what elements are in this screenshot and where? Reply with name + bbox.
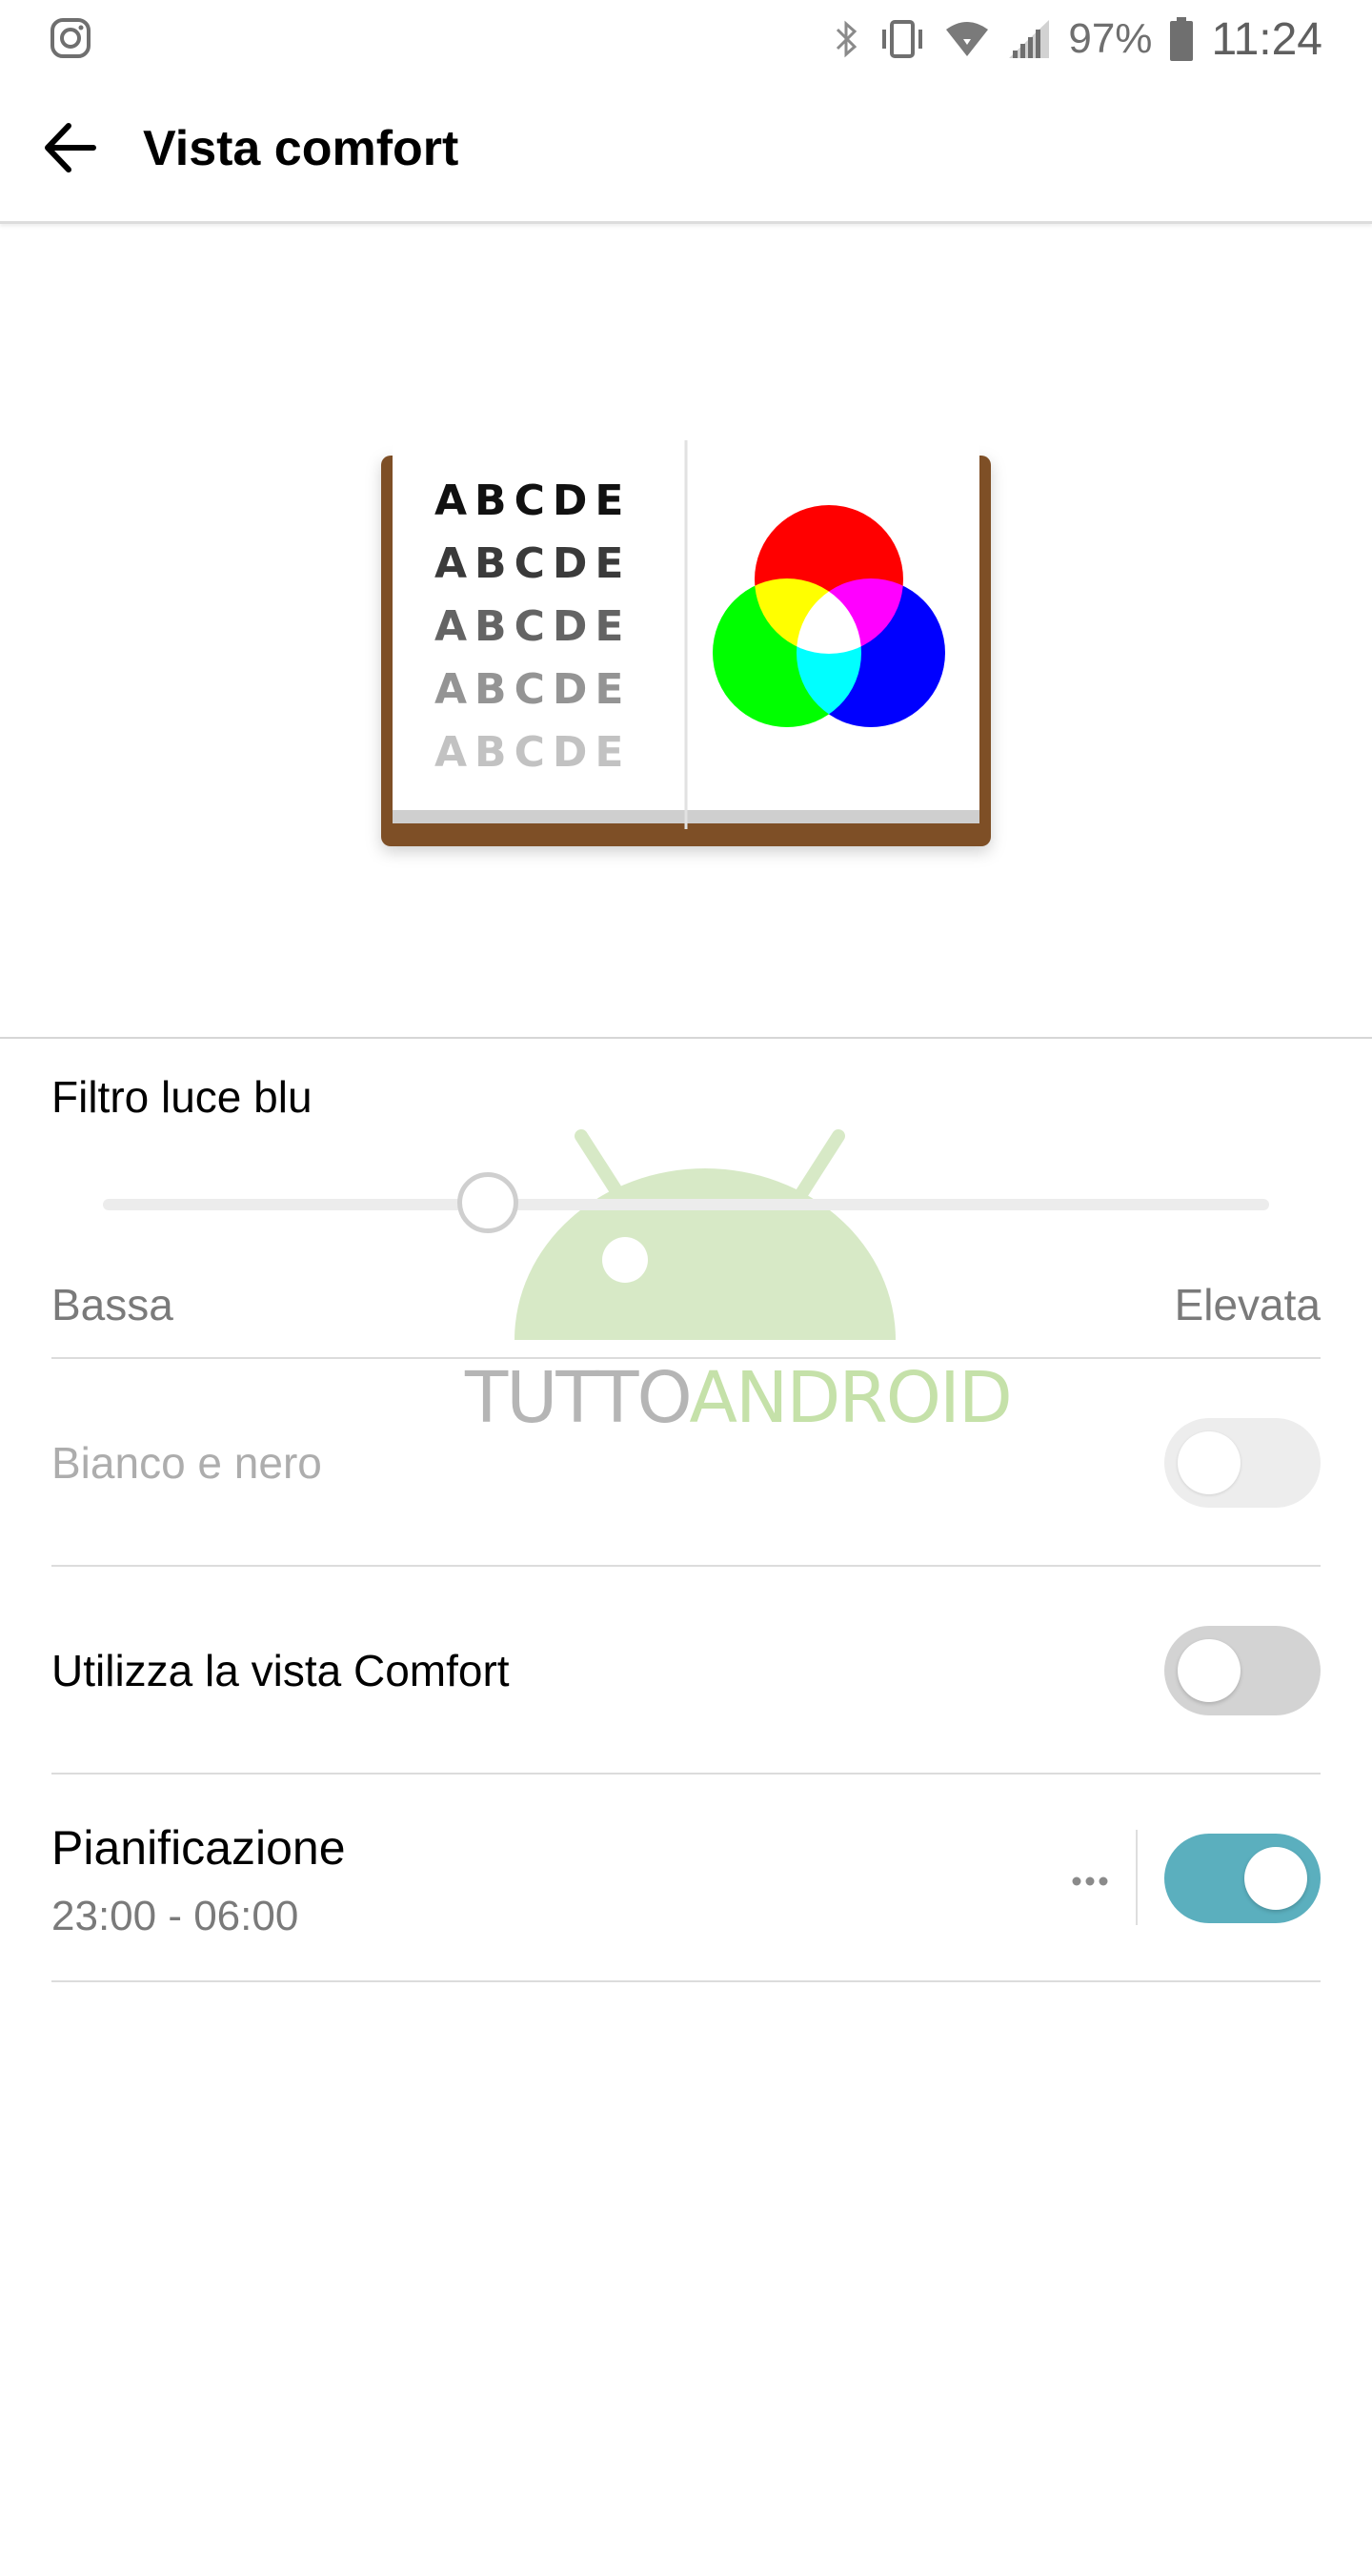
battery-percent: 97% <box>1068 15 1153 62</box>
wifi-icon <box>946 22 989 56</box>
schedule-time: 23:00 - 06:00 <box>51 1893 299 1939</box>
watermark-text: TUTTOANDROID <box>465 1357 1013 1439</box>
abc-row-1: ABCDE <box>434 477 631 525</box>
vertical-separator <box>1136 1830 1138 1925</box>
toggle-knob <box>1178 1639 1241 1702</box>
abc-row-3: ABCDE <box>434 602 631 651</box>
toggle-knob <box>1244 1847 1307 1910</box>
bw-label: Bianco e nero <box>51 1438 322 1488</box>
slider-max-label: Elevata <box>1174 1280 1321 1329</box>
blue-light-slider[interactable] <box>103 1199 1269 1210</box>
bw-toggle[interactable] <box>1164 1418 1321 1508</box>
abc-row-2: ABCDE <box>434 539 631 588</box>
schedule-toggle[interactable] <box>1164 1834 1321 1923</box>
comfort-toggle[interactable] <box>1164 1626 1321 1715</box>
blue-light-label: Filtro luce blu <box>51 1072 313 1122</box>
schedule-label[interactable]: Pianificazione <box>51 1820 346 1876</box>
comfort-view-illustration: ABCDE ABCDE ABCDE ABCDE ABCDE <box>381 440 991 846</box>
section-divider <box>0 1037 1372 1039</box>
row-divider <box>51 1773 1321 1775</box>
page-title: Vista comfort <box>143 121 459 176</box>
instagram-icon <box>50 18 91 58</box>
toggle-knob <box>1178 1431 1241 1494</box>
status-bar: 97% 11:24 <box>0 0 1372 78</box>
bluetooth-icon <box>837 20 858 58</box>
abc-row-4: ABCDE <box>434 665 631 714</box>
abc-row-5: ABCDE <box>434 728 631 777</box>
vibrate-icon <box>882 20 923 58</box>
slider-min-label: Bassa <box>51 1280 173 1329</box>
arrow-left-icon[interactable] <box>38 114 105 181</box>
more-icon[interactable] <box>1071 1876 1109 1887</box>
clock: 11:24 <box>1211 13 1322 65</box>
battery-icon <box>1170 17 1194 61</box>
row-divider <box>51 1357 1321 1359</box>
slider-thumb[interactable] <box>456 1172 518 1233</box>
signal-icon <box>1009 20 1050 58</box>
comfort-label: Utilizza la vista Comfort <box>51 1646 510 1695</box>
app-bar: Vista comfort <box>0 78 1372 224</box>
blue-circle <box>797 578 945 727</box>
row-divider <box>51 1565 1321 1567</box>
row-divider <box>51 1980 1321 1982</box>
